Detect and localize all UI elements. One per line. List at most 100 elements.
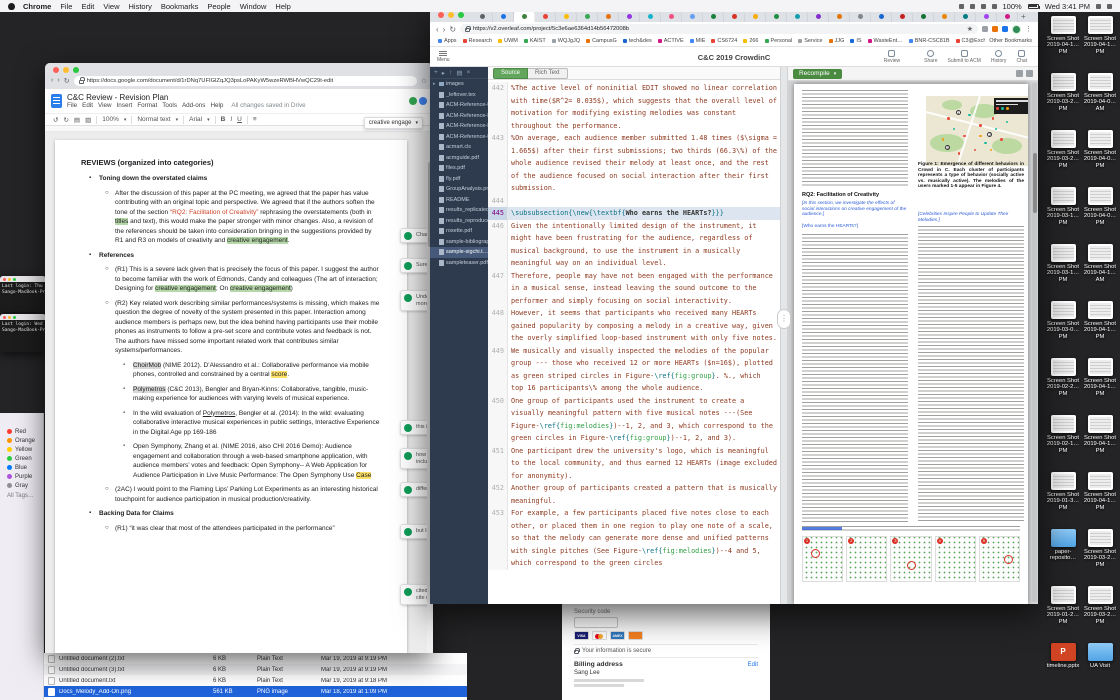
- desktop-icon[interactable]: Screen Shot 2019-02-2…PM: [1046, 358, 1080, 397]
- editor-line[interactable]: 448 However, it seems that participants w…: [488, 307, 780, 345]
- editor-line[interactable]: 452 Another group of participants created…: [488, 482, 780, 507]
- terminal-window[interactable]: Last login: Wed Apr 3 on ttys000Sango-Ma…: [0, 314, 46, 352]
- bookmark-item[interactable]: CS6724: [711, 38, 737, 44]
- desktop-icon[interactable]: Screen Shot 2019-04-1…AM: [1083, 244, 1117, 283]
- undo-icon[interactable]: ↺: [53, 116, 58, 124]
- file-tree-item[interactable]: ACM-Reference-Format.bbx: [430, 100, 488, 111]
- desktop-icon[interactable]: Screen Shot 2019-04-1…PM: [1083, 472, 1117, 511]
- list-icon[interactable]: ≡: [253, 116, 257, 123]
- browser-tab[interactable]: [808, 11, 829, 22]
- pdf-layout-icon[interactable]: [1026, 70, 1033, 77]
- doc-paragraph[interactable]: (R1) “it was clear that most of the atte…: [115, 524, 381, 534]
- editor-line[interactable]: 453 For example, a few participants place…: [488, 507, 780, 570]
- desktop-icon[interactable]: Screen Shot 2019-04-0…AM: [1083, 73, 1117, 112]
- source-mode-button[interactable]: Source: [493, 67, 529, 79]
- underline-icon[interactable]: U: [237, 116, 242, 123]
- browser-tab[interactable]: [472, 11, 493, 22]
- address-bar[interactable]: https://docs.google.com/document/d/1rDNq…: [73, 75, 417, 86]
- editor-line[interactable]: 449 We musically and visually inspected t…: [488, 344, 780, 395]
- profile-avatar[interactable]: [1012, 24, 1021, 34]
- desktop-icon[interactable]: Screen Shot 2019-03-0…PM: [1046, 301, 1080, 340]
- bookmark-item[interactable]: ACTIVE: [657, 38, 684, 44]
- notification-center-icon[interactable]: [1107, 3, 1112, 9]
- browser-tab[interactable]: [682, 11, 703, 22]
- file-tree-item[interactable]: results_replicated.pdf: [430, 205, 488, 216]
- bookmark-star-icon[interactable]: ☆: [421, 77, 427, 85]
- zoom-button[interactable]: [73, 67, 79, 73]
- upload-icon[interactable]: ↑: [449, 69, 452, 76]
- bookmark-item[interactable]: Service: [798, 38, 823, 44]
- document-title[interactable]: C&C Review - Revision Plan: [67, 93, 404, 102]
- forward-icon[interactable]: ›: [443, 25, 446, 34]
- font-select[interactable]: Arial: [189, 116, 202, 123]
- close-button[interactable]: [53, 67, 59, 73]
- desktop-icon[interactable]: Screen Shot 2019-03-1…PM: [1046, 187, 1080, 226]
- file-tree-item[interactable]: acmart.cls: [430, 142, 488, 153]
- comment-card[interactable]: this is cont…: [400, 420, 427, 435]
- back-icon[interactable]: ‹: [51, 77, 53, 84]
- comment-card[interactable]: how it was included…: [400, 448, 427, 469]
- bookmark-item[interactable]: KAIST: [523, 38, 546, 44]
- desktop-icon[interactable]: Screen Shot 2019-03-2…PM: [1046, 130, 1080, 169]
- back-icon[interactable]: ‹: [436, 25, 439, 34]
- comment-card[interactable]: Changed t…: [400, 228, 427, 243]
- doc-paragraph[interactable]: Backing Data for Claims: [99, 509, 381, 519]
- doc-paragraph[interactable]: Polymetros (C&C 2013), Bengler and Bryan…: [133, 385, 381, 404]
- file-tree-item[interactable]: sample-sigchi.t…: [430, 247, 488, 258]
- editor-line[interactable]: 446 Given the intentionally limited desig…: [488, 219, 780, 270]
- reload-icon[interactable]: ↻: [449, 25, 456, 34]
- editor-line[interactable]: 451 One participant drew the university's…: [488, 444, 780, 482]
- other-bookmarks[interactable]: Other Bookmarks: [985, 36, 1038, 46]
- bookmark-item[interactable]: CampusG: [586, 38, 617, 44]
- menu-bar-item[interactable]: Edit: [81, 2, 94, 11]
- browser-tab[interactable]: [913, 11, 934, 22]
- all-tags-link[interactable]: All Tags…: [0, 490, 43, 502]
- file-tree-item[interactable]: ACM-Reference-Format.bst: [430, 111, 488, 122]
- browser-tab[interactable]: [640, 11, 661, 22]
- editor-line[interactable]: 445 \subsubsection{\new{\textbf{Who earns…: [488, 207, 780, 220]
- browser-tab[interactable]: [619, 11, 640, 22]
- style-select[interactable]: Normal text: [137, 116, 170, 123]
- desktop-icon[interactable]: Screen Shot 2019-04-0…PM: [1083, 187, 1117, 226]
- file-tree-item[interactable]: ACM-Reference-Format.dbx: [430, 121, 488, 132]
- status-icon[interactable]: [969, 3, 975, 9]
- status-icon[interactable]: [991, 3, 997, 9]
- desktop-icon[interactable]: Screen Shot 2019-03-1…PM: [1046, 244, 1080, 283]
- docs-app-icon[interactable]: [51, 94, 62, 108]
- terminal-window[interactable]: Last login: Thu Apr 4 on ttys001Sango-Ma…: [0, 276, 46, 312]
- tag-item[interactable]: Gray: [0, 481, 43, 490]
- browser-tab[interactable]: [787, 11, 808, 22]
- chat-button[interactable]: Chat: [1011, 49, 1032, 64]
- pdf-scrollbar[interactable]: [1032, 83, 1037, 602]
- doc-paragraph[interactable]: Toning down the overstated claims: [99, 174, 381, 184]
- comment-card[interactable]: different pla…: [400, 482, 427, 497]
- browser-tab[interactable]: [703, 11, 724, 22]
- desktop-icon[interactable]: Screen Shot 2019-03-2…PM: [1083, 529, 1117, 568]
- extension-icon[interactable]: [982, 26, 988, 32]
- document-page[interactable]: REVIEWS (organized into categories) ▪ Toni…: [55, 140, 407, 653]
- delete-icon[interactable]: ×: [466, 69, 470, 76]
- file-row[interactable]: Untitled document.txt 6 KB Plain Text Mar 1…: [44, 675, 467, 686]
- file-tree-item[interactable]: rosette.pdf: [430, 226, 488, 237]
- menu-bar-app-name[interactable]: Chrome: [23, 2, 51, 11]
- address-bar[interactable]: https://v2.overleaf.com/project/5c3e6ae6…: [460, 24, 978, 34]
- file-tree-item[interactable]: acmguide.pdf: [430, 153, 488, 164]
- browser-tab[interactable]: [829, 11, 850, 22]
- bookmark-star-icon[interactable]: ★: [967, 25, 973, 33]
- browser-tab[interactable]: [766, 11, 787, 22]
- browser-tab[interactable]: [745, 11, 766, 22]
- editor-line[interactable]: 450 One group of participants used the in…: [488, 394, 780, 445]
- menu-bar-item[interactable]: Window: [240, 2, 267, 11]
- menu-bar-item[interactable]: File: [60, 2, 72, 11]
- zoom-button[interactable]: [458, 12, 464, 18]
- browser-tab[interactable]: [934, 11, 955, 22]
- desktop-icon[interactable]: Screen Shot 2019-02-1…PM: [1046, 415, 1080, 454]
- comment-card[interactable]: Sure. I un…: [400, 258, 427, 273]
- file-tree-item[interactable]: _leftover.tex: [430, 90, 488, 101]
- new-file-icon[interactable]: +: [434, 69, 438, 76]
- browser-tab[interactable]: [892, 11, 913, 22]
- docs-menu-item[interactable]: Insert: [117, 102, 133, 110]
- gdocs-window-titlebar[interactable]: ‹ › ↻ https://docs.google.com/document/d…: [45, 63, 433, 89]
- doc-paragraph[interactable]: (R1) This is a severe lack given that is…: [115, 265, 381, 294]
- editor-line[interactable]: 444: [488, 194, 780, 207]
